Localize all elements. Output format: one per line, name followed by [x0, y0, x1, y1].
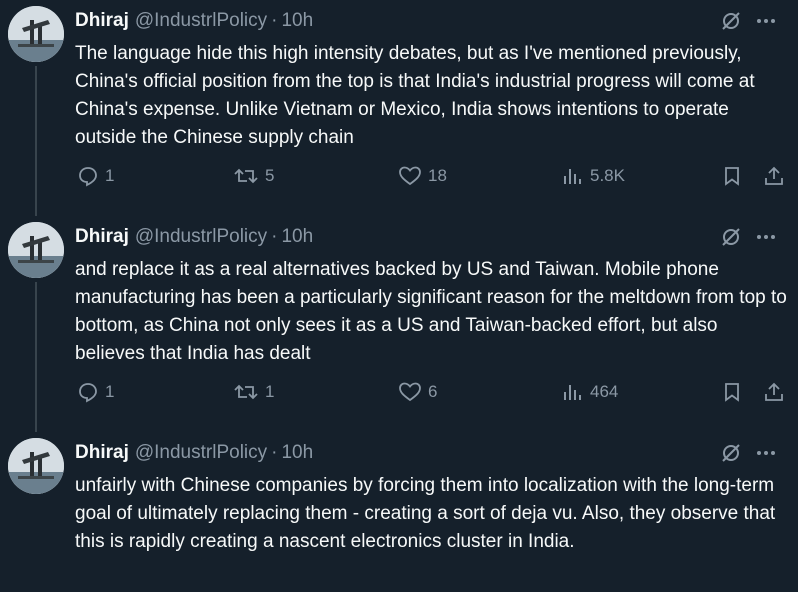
more-dots-icon[interactable]: [756, 18, 776, 24]
author-handle[interactable]: @IndustrlPolicy: [135, 442, 267, 464]
bookmark-button[interactable]: [722, 165, 748, 187]
views-count: 5.8K: [590, 166, 625, 185]
author-name[interactable]: Dhiraj: [75, 442, 129, 464]
repost-icon: [233, 381, 265, 403]
share-button[interactable]: [763, 381, 791, 403]
tweet-header: Dhiraj @IndustrlPolicy · 10h: [75, 224, 313, 250]
header-icons: [720, 226, 776, 248]
repost-button[interactable]: 5: [233, 165, 274, 187]
views-button[interactable]: 5.8K: [562, 165, 625, 187]
action-bar: 1 1 6 464: [0, 381, 798, 411]
heart-icon: [398, 381, 428, 403]
views-button[interactable]: 464: [562, 381, 618, 403]
tweet-text: and replace it as a real alternatives ba…: [75, 259, 787, 364]
heart-icon: [398, 165, 428, 187]
grok-slash-icon[interactable]: [720, 226, 742, 248]
avatar[interactable]: [8, 6, 64, 62]
share-button[interactable]: [763, 165, 791, 187]
header-icons: [720, 442, 776, 464]
tweet-text: unfairly with Chinese companies by forci…: [75, 475, 776, 552]
header-icons: [720, 10, 776, 32]
timestamp[interactable]: 10h: [281, 10, 313, 32]
views-count: 464: [590, 382, 619, 401]
tweet-text: The language hide this high intensity de…: [75, 43, 755, 148]
tweet-header: Dhiraj @IndustrlPolicy · 10h: [75, 440, 313, 466]
more-dots-icon[interactable]: [756, 450, 776, 456]
reply-icon: [77, 381, 105, 403]
like-button[interactable]: 18: [398, 165, 447, 187]
views-chart-icon: [562, 381, 590, 403]
author-name[interactable]: Dhiraj: [75, 10, 129, 32]
tweet[interactable]: Dhiraj @IndustrlPolicy · 10h unfairly wi…: [0, 432, 798, 592]
like-button[interactable]: 6: [398, 381, 437, 403]
reply-count: 1: [105, 166, 115, 185]
share-icon: [763, 165, 791, 187]
avatar[interactable]: [8, 222, 64, 278]
timestamp[interactable]: 10h: [281, 442, 313, 464]
share-icon: [763, 381, 791, 403]
like-count: 6: [428, 382, 438, 401]
tweet[interactable]: Dhiraj @IndustrlPolicy · 10h The languag…: [0, 0, 798, 216]
bookmark-button[interactable]: [722, 381, 748, 403]
tweet[interactable]: Dhiraj @IndustrlPolicy · 10h and replace…: [0, 216, 798, 432]
like-count: 18: [428, 166, 447, 185]
views-chart-icon: [562, 165, 590, 187]
separator-dot: ·: [271, 10, 278, 31]
avatar[interactable]: [8, 438, 64, 494]
separator-dot: ·: [271, 442, 278, 463]
repost-count: 1: [265, 382, 275, 401]
author-handle[interactable]: @IndustrlPolicy: [135, 10, 267, 32]
reply-button[interactable]: 1: [77, 165, 114, 187]
more-dots-icon[interactable]: [756, 234, 776, 240]
bookmark-icon: [722, 381, 748, 403]
action-bar: 1 5 18 5.8K: [0, 165, 798, 195]
separator-dot: ·: [271, 226, 278, 247]
author-name[interactable]: Dhiraj: [75, 226, 129, 248]
repost-button[interactable]: 1: [233, 381, 274, 403]
reply-button[interactable]: 1: [77, 381, 114, 403]
grok-slash-icon[interactable]: [720, 442, 742, 464]
repost-count: 5: [265, 166, 275, 185]
tweet-header: Dhiraj @IndustrlPolicy · 10h: [75, 8, 313, 34]
bookmark-icon: [722, 165, 748, 187]
repost-icon: [233, 165, 265, 187]
grok-slash-icon[interactable]: [720, 10, 742, 32]
timestamp[interactable]: 10h: [281, 226, 313, 248]
reply-count: 1: [105, 382, 115, 401]
author-handle[interactable]: @IndustrlPolicy: [135, 226, 267, 248]
reply-icon: [77, 165, 105, 187]
